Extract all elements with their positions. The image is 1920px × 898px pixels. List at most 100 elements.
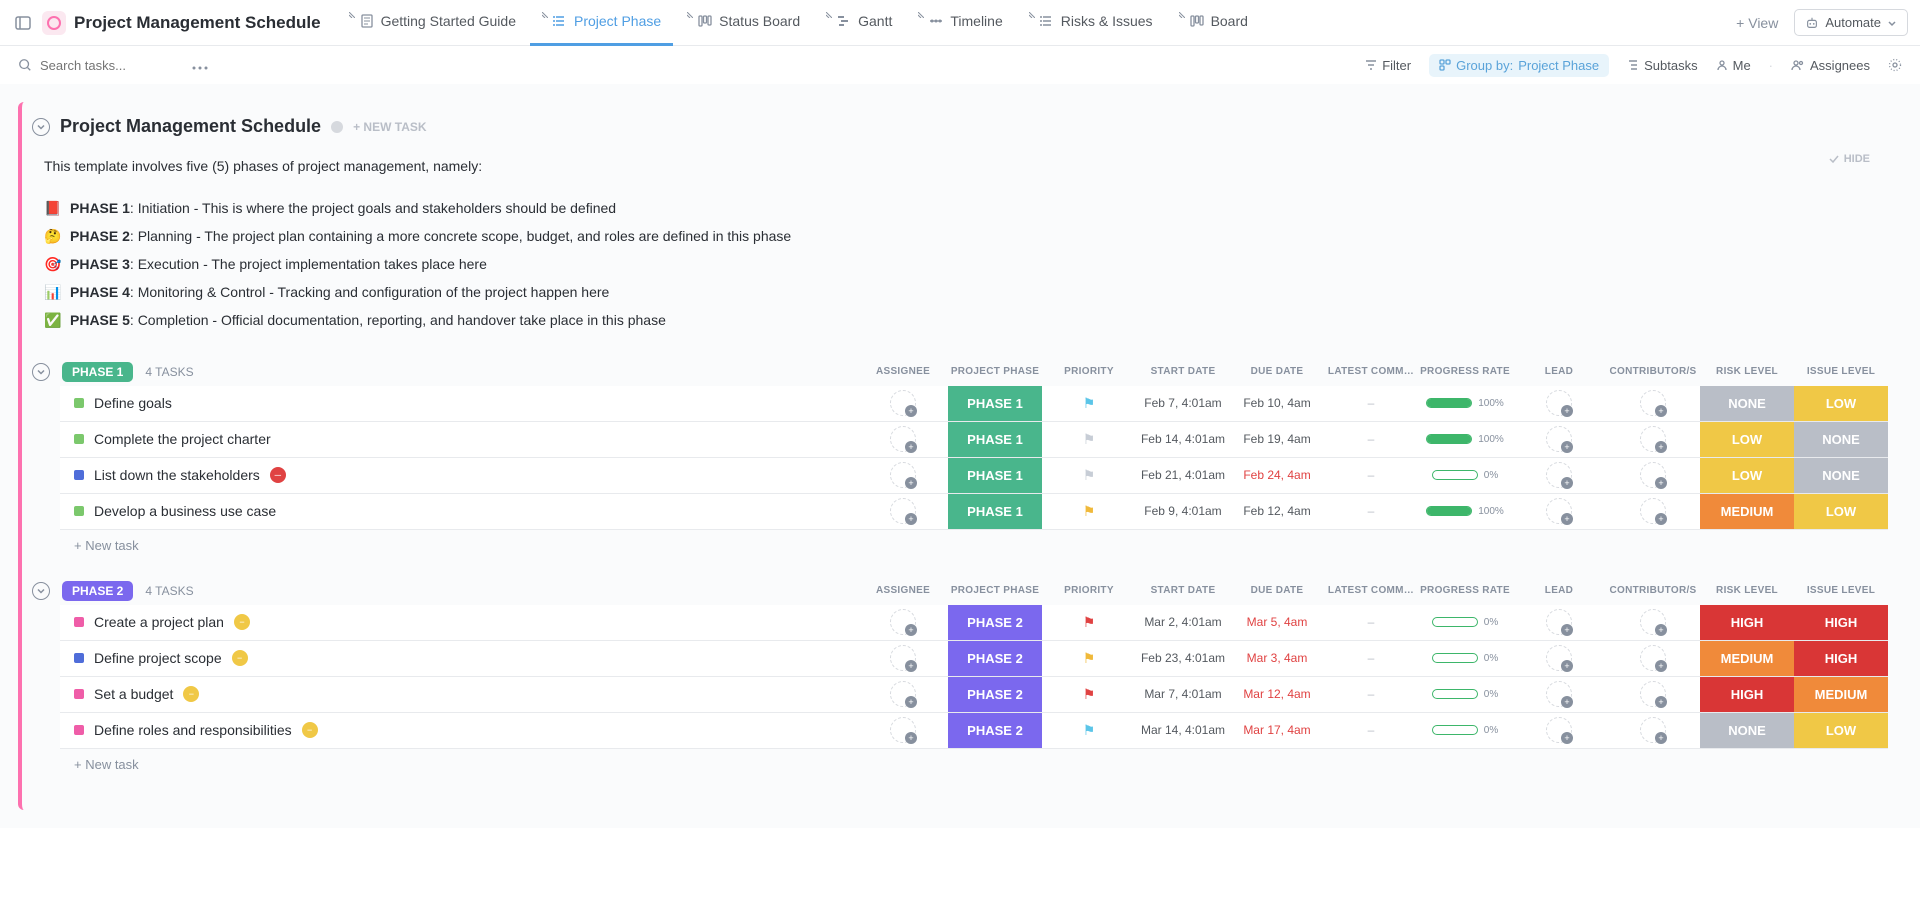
issue-cell[interactable]: LOW — [1794, 713, 1888, 748]
lead-cell[interactable] — [1512, 641, 1606, 676]
contrib-cell[interactable] — [1606, 677, 1700, 712]
contrib-cell[interactable] — [1606, 605, 1700, 640]
comment-cell[interactable]: – — [1324, 677, 1418, 712]
comment-cell[interactable]: – — [1324, 494, 1418, 529]
issue-cell[interactable]: LOW — [1794, 494, 1888, 529]
info-icon[interactable] — [331, 121, 343, 133]
risk-cell[interactable]: MEDIUM — [1700, 494, 1794, 529]
start-date-cell[interactable]: Feb 14, 4:01am — [1136, 422, 1230, 457]
start-date-cell[interactable]: Mar 7, 4:01am — [1136, 677, 1230, 712]
lead-cell[interactable] — [1512, 422, 1606, 457]
start-date-cell[interactable]: Feb 9, 4:01am — [1136, 494, 1230, 529]
issue-cell[interactable]: HIGH — [1794, 605, 1888, 640]
risk-cell[interactable]: HIGH — [1700, 677, 1794, 712]
task-row[interactable]: Develop a business use casePHASE 1⚑Feb 9… — [60, 494, 1888, 530]
assignee-cell[interactable] — [858, 422, 948, 457]
risk-cell[interactable]: NONE — [1700, 386, 1794, 421]
column-risk[interactable]: RISK LEVEL — [1700, 366, 1794, 377]
column-start[interactable]: START DATE — [1136, 366, 1230, 377]
column-phase[interactable]: PROJECT PHASE — [948, 366, 1042, 377]
comment-cell[interactable]: – — [1324, 605, 1418, 640]
risk-cell[interactable]: MEDIUM — [1700, 641, 1794, 676]
subtasks-button[interactable]: Subtasks — [1627, 58, 1697, 73]
lead-cell[interactable] — [1512, 458, 1606, 493]
phase-cell[interactable]: PHASE 2 — [948, 677, 1042, 712]
priority-cell[interactable]: ⚑ — [1042, 422, 1136, 457]
issue-cell[interactable]: NONE — [1794, 422, 1888, 457]
contrib-cell[interactable] — [1606, 641, 1700, 676]
hide-button[interactable]: HIDE — [1828, 153, 1870, 165]
task-row[interactable]: Define project scope−PHASE 2⚑Feb 23, 4:0… — [60, 641, 1888, 677]
comment-cell[interactable]: – — [1324, 641, 1418, 676]
progress-cell[interactable]: 0% — [1418, 713, 1512, 748]
issue-cell[interactable]: HIGH — [1794, 641, 1888, 676]
due-date-cell[interactable]: Feb 12, 4am — [1230, 494, 1324, 529]
due-date-cell[interactable]: Mar 3, 4am — [1230, 641, 1324, 676]
progress-cell[interactable]: 100% — [1418, 422, 1512, 457]
risk-cell[interactable]: HIGH — [1700, 605, 1794, 640]
start-date-cell[interactable]: Feb 23, 4:01am — [1136, 641, 1230, 676]
risk-cell[interactable]: LOW — [1700, 422, 1794, 457]
contrib-cell[interactable] — [1606, 422, 1700, 457]
comment-cell[interactable]: – — [1324, 422, 1418, 457]
progress-cell[interactable]: 0% — [1418, 677, 1512, 712]
view-tab-gantt[interactable]: Gantt — [814, 0, 904, 46]
group-by-button[interactable]: Group by: Project Phase — [1429, 54, 1609, 77]
assignee-cell[interactable] — [858, 677, 948, 712]
issue-cell[interactable]: MEDIUM — [1794, 677, 1888, 712]
me-button[interactable]: Me — [1716, 58, 1751, 73]
start-date-cell[interactable]: Mar 14, 4:01am — [1136, 713, 1230, 748]
status-dot[interactable] — [74, 506, 84, 516]
project-logo[interactable] — [42, 11, 66, 35]
view-tab-project-phase[interactable]: Project Phase — [530, 0, 673, 46]
assignee-cell[interactable] — [858, 386, 948, 421]
task-tag-icon[interactable]: − — [232, 650, 248, 666]
collapse-toggle[interactable] — [32, 118, 50, 136]
column-priority[interactable]: PRIORITY — [1042, 366, 1136, 377]
comment-cell[interactable]: – — [1324, 458, 1418, 493]
column-start[interactable]: START DATE — [1136, 585, 1230, 596]
status-dot[interactable] — [74, 653, 84, 663]
column-lead[interactable]: LEAD — [1512, 366, 1606, 377]
view-tab-getting-started-guide[interactable]: Getting Started Guide — [337, 0, 528, 46]
status-dot[interactable] — [74, 617, 84, 627]
phase-cell[interactable]: PHASE 2 — [948, 605, 1042, 640]
phase-cell[interactable]: PHASE 1 — [948, 422, 1042, 457]
task-row[interactable]: Complete the project charterPHASE 1⚑Feb … — [60, 422, 1888, 458]
settings-button[interactable] — [1888, 58, 1902, 72]
lead-cell[interactable] — [1512, 386, 1606, 421]
view-tab-risks-issues[interactable]: Risks & Issues — [1017, 0, 1165, 46]
task-row[interactable]: Define goalsPHASE 1⚑Feb 7, 4:01amFeb 10,… — [60, 386, 1888, 422]
group-badge[interactable]: PHASE 1 — [62, 362, 133, 382]
group-badge[interactable]: PHASE 2 — [62, 581, 133, 601]
filter-button[interactable]: Filter — [1365, 58, 1411, 73]
due-date-cell[interactable]: Feb 10, 4am — [1230, 386, 1324, 421]
assignee-cell[interactable] — [858, 713, 948, 748]
new-task-row[interactable]: + New task — [60, 530, 1888, 561]
assignee-cell[interactable] — [858, 641, 948, 676]
column-progress[interactable]: PROGRESS RATE — [1418, 585, 1512, 596]
due-date-cell[interactable]: Feb 19, 4am — [1230, 422, 1324, 457]
assignee-cell[interactable] — [858, 605, 948, 640]
phase-cell[interactable]: PHASE 1 — [948, 458, 1042, 493]
status-dot[interactable] — [74, 434, 84, 444]
column-contrib[interactable]: CONTRIBUTOR/S — [1606, 366, 1700, 377]
contrib-cell[interactable] — [1606, 386, 1700, 421]
column-comment[interactable]: LATEST COMM… — [1324, 366, 1418, 377]
status-dot[interactable] — [74, 689, 84, 699]
column-priority[interactable]: PRIORITY — [1042, 585, 1136, 596]
column-due[interactable]: DUE DATE — [1230, 366, 1324, 377]
column-assignee[interactable]: ASSIGNEE — [858, 366, 948, 377]
more-button[interactable] — [188, 54, 212, 77]
progress-cell[interactable]: 100% — [1418, 386, 1512, 421]
contrib-cell[interactable] — [1606, 458, 1700, 493]
column-contrib[interactable]: CONTRIBUTOR/S — [1606, 585, 1700, 596]
column-comment[interactable]: LATEST COMM… — [1324, 585, 1418, 596]
due-date-cell[interactable]: Feb 24, 4am — [1230, 458, 1324, 493]
priority-cell[interactable]: ⚑ — [1042, 677, 1136, 712]
progress-cell[interactable]: 100% — [1418, 494, 1512, 529]
task-tag-icon[interactable]: − — [234, 614, 250, 630]
phase-cell[interactable]: PHASE 2 — [948, 713, 1042, 748]
start-date-cell[interactable]: Feb 7, 4:01am — [1136, 386, 1230, 421]
contrib-cell[interactable] — [1606, 713, 1700, 748]
